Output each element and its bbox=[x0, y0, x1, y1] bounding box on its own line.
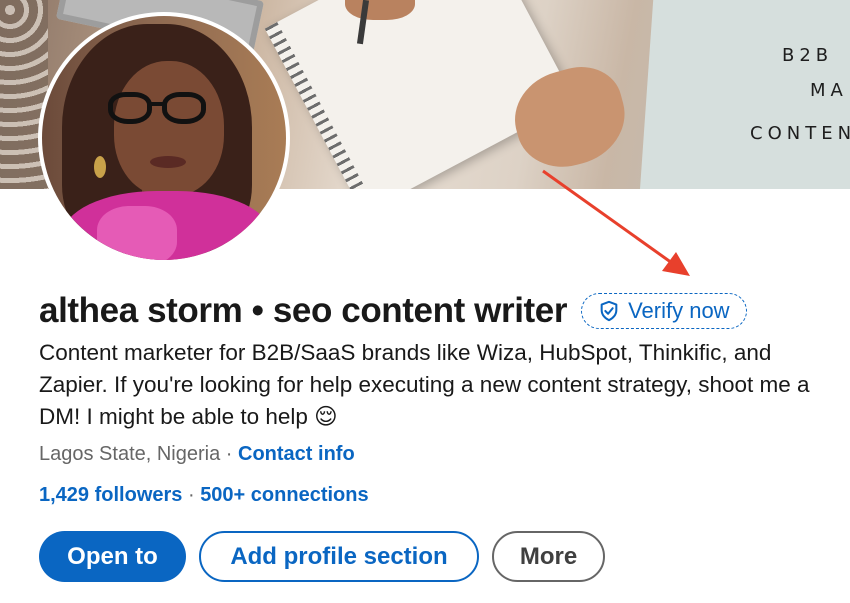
avatar-glasses-left bbox=[108, 92, 152, 124]
more-button[interactable]: More bbox=[492, 531, 605, 582]
location-row: Lagos State, Nigeria · Contact info bbox=[39, 443, 355, 466]
connections-link[interactable]: 500+ connections bbox=[200, 484, 368, 506]
avatar-lips bbox=[150, 156, 186, 168]
verify-now-label: Verify now bbox=[628, 298, 730, 323]
avatar-earring bbox=[94, 156, 106, 178]
shield-check-icon bbox=[598, 300, 620, 322]
avatar-glasses-bridge bbox=[150, 102, 164, 106]
banner-card-text-2: MA bbox=[810, 80, 848, 101]
open-to-button[interactable]: Open to bbox=[39, 531, 186, 582]
profile-headline: Content marketer for B2B/SaaS brands lik… bbox=[39, 340, 810, 429]
avatar-photo bbox=[42, 16, 286, 260]
avatar-face bbox=[114, 61, 224, 196]
network-stats: 1,429 followers · 500+ connections bbox=[39, 484, 369, 507]
avatar-shirt-highlight bbox=[97, 206, 177, 260]
banner-card-text-1: B2B bbox=[782, 45, 834, 66]
avatar-glasses-right bbox=[162, 92, 206, 124]
name-row: althea storm • seo content writer Verify… bbox=[39, 287, 747, 335]
verify-now-button[interactable]: Verify now bbox=[581, 293, 747, 329]
arrow-head bbox=[662, 252, 690, 276]
location-separator: · bbox=[220, 443, 239, 465]
followers-link[interactable]: 1,429 followers bbox=[39, 484, 182, 506]
add-profile-section-button[interactable]: Add profile section bbox=[199, 531, 479, 582]
stats-separator: · bbox=[182, 484, 201, 506]
profile-actions: Open to Add profile section More bbox=[39, 531, 605, 582]
location-text: Lagos State, Nigeria bbox=[39, 443, 221, 465]
contact-info-link[interactable]: Contact info bbox=[238, 443, 355, 465]
profile-avatar[interactable] bbox=[38, 12, 290, 264]
profile-name: althea storm • seo content writer bbox=[39, 291, 568, 330]
banner-card-text-3: CONTEN bbox=[750, 123, 850, 144]
